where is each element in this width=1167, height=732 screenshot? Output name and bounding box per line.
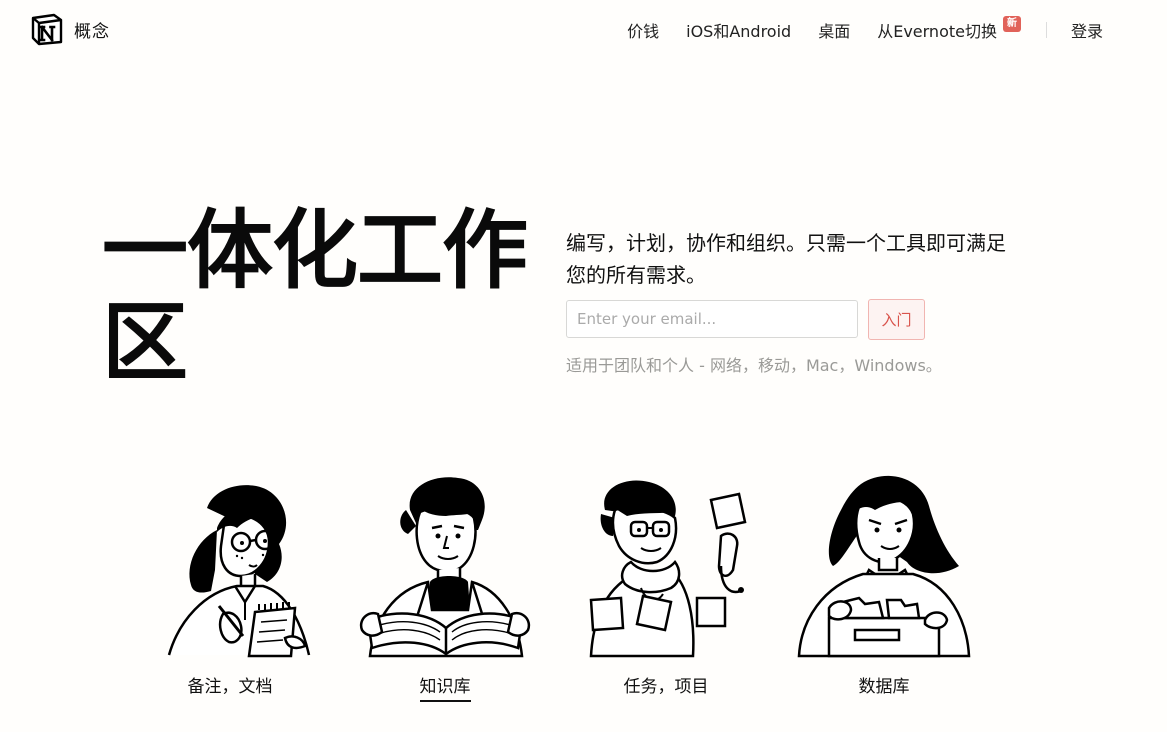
nav-divider [1045,22,1047,38]
get-started-button[interactable]: 入门 [868,299,925,340]
notion-logo-icon [31,13,63,46]
man-reading-book-illustration-icon [359,477,531,658]
nav-pricing[interactable]: 价钱 [627,18,659,42]
brand[interactable]: 概念 [30,12,110,46]
nav-desktop-label: 桌面 [818,22,851,41]
feature-wiki[interactable]: 知识库 [350,470,540,710]
hero-subtitle: 编写，计划，协作和组织。只需一个工具即可满足您的所有需求。 [566,231,1006,287]
top-header: 概念 价钱 iOS和Android 桌面 从Evernote切换 新 登录 [0,0,1167,60]
feature-database[interactable]: 数据库 [789,470,979,710]
nav-evernote-label: 从Evernote切换 [877,22,997,41]
login-label: 登录 [1070,22,1103,41]
feature-wiki-label: 知识库 [350,672,540,702]
woman-with-file-box-illustration-icon [797,475,971,658]
nav-pricing-label: 价钱 [627,22,660,41]
email-input[interactable] [566,300,858,338]
login-link[interactable]: 登录 [1071,18,1103,42]
woman-writing-notes-illustration-icon [167,485,311,658]
nav-evernote[interactable]: 从Evernote切换 新 [877,16,1021,42]
signup-form: 入门 [566,299,925,341]
hero-title: 一体化工作区 [102,201,528,393]
nav-desktop[interactable]: 桌面 [818,18,850,42]
feature-notes-docs-label: 备注，文档 [187,677,273,697]
nav-mobile-label: iOS和Android [686,22,792,41]
nav-mobile[interactable]: iOS和Android [686,18,791,42]
feature-tasks-projects[interactable]: 任务，项目 [571,470,761,710]
feature-tasks-projects-label: 任务，项目 [623,677,709,697]
new-badge: 新 [1002,16,1021,32]
feature-notes-docs[interactable]: 备注，文档 [135,470,325,710]
man-with-sticky-notes-illustration-icon [589,480,747,658]
top-nav: 价钱 iOS和Android 桌面 从Evernote切换 新 登录 [627,16,1103,42]
brand-name: 概念 [74,21,110,42]
feature-database-label: 数据库 [858,677,910,697]
platforms-note: 适用于团队和个人 - 网络，移动，Mac，Windows。 [566,356,942,375]
